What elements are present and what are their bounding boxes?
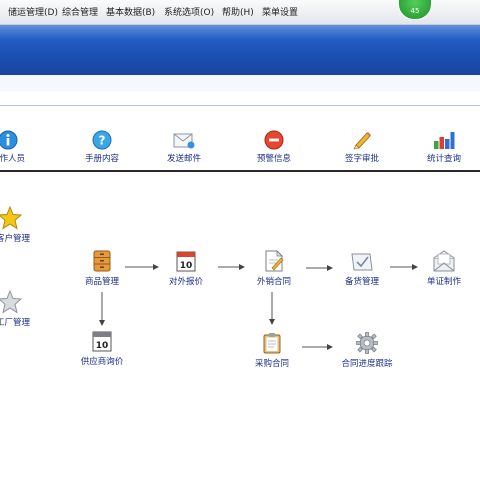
flow-node-contract-tracking-label: 合同进度跟踪	[341, 359, 393, 369]
flow-node-contract-tracking[interactable]: 合同进度跟踪	[332, 332, 402, 369]
flow-node-documents-label: 单证制作	[426, 277, 461, 287]
flow-node-documents[interactable]: 单证制作	[414, 250, 474, 287]
flow-node-sales-contract[interactable]: 外销合同	[244, 250, 304, 287]
calendar-icon: 10	[92, 331, 112, 352]
flow-connectors	[99, 264, 418, 350]
document-edit-icon	[265, 250, 284, 272]
cabinet-icon	[93, 250, 111, 272]
flow-node-sales-contract-label: 外销合同	[256, 277, 291, 287]
flow-node-purchase-contract[interactable]: 采购合同	[242, 332, 302, 369]
flow-node-purchase-contract-label: 采购合同	[254, 359, 289, 369]
calendar-icon: 10	[176, 251, 196, 272]
calendar-day-text: 10	[180, 261, 193, 271]
stock-check-icon	[351, 253, 373, 271]
flow-node-stock-label: 备货管理	[344, 277, 379, 287]
flow-node-quote-label: 对外报价	[168, 277, 203, 287]
envelope-open-icon	[433, 250, 455, 272]
flow-node-stock[interactable]: 备货管理	[332, 250, 392, 287]
flow-node-product[interactable]: 商品管理	[72, 250, 132, 287]
gear-icon	[356, 332, 378, 354]
flow-node-supplier-price[interactable]: 10 供应商询价	[68, 330, 136, 367]
calendar-day-text: 10	[96, 341, 109, 351]
flow-node-product-label: 商品管理	[84, 277, 119, 287]
flow-node-supplier-price-label: 供应商询价	[80, 357, 124, 367]
clipboard-icon	[263, 333, 281, 354]
flow-node-quote[interactable]: 10 对外报价	[156, 250, 216, 287]
